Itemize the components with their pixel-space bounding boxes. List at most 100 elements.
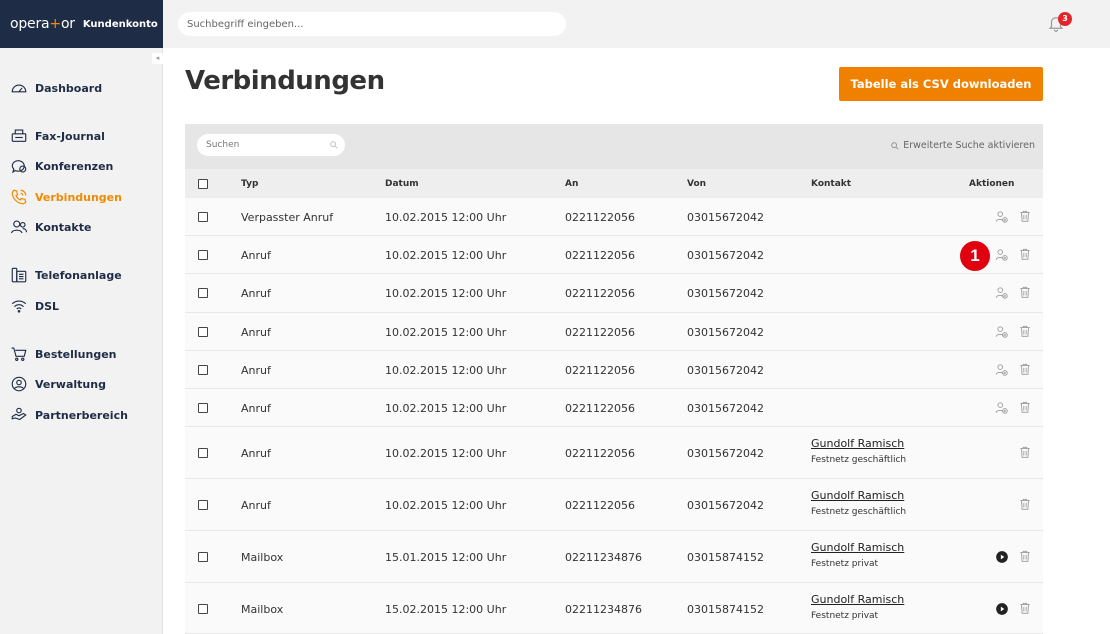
trash-icon [1018,325,1032,341]
delete-button[interactable] [1018,549,1032,563]
delete-button[interactable] [1018,497,1032,511]
add-contact-button[interactable] [995,248,1009,262]
cell-von: 03015672042 [687,447,764,461]
table-row[interactable]: Verpasster Anruf 10.02.2015 12:00 Uhr 0221… [185,198,1043,237]
sidebar-item-konferenzen[interactable]: Konferenzen [10,156,113,176]
cell-typ: Anruf [241,401,271,415]
wifi-icon [11,300,27,313]
contact-link[interactable]: Gundolf Ramisch [811,437,904,450]
table-row[interactable]: Anruf 10.02.2015 12:00 Uhr 0221122056 03015… [185,350,1043,389]
row-checkbox[interactable] [198,364,208,375]
csv-download-button[interactable]: Tabelle als CSV downloaden [839,67,1043,101]
cell-typ: Verpasster Anruf [241,211,334,224]
add-contact-button[interactable] [995,363,1009,377]
page-title: Verbindungen [185,66,385,96]
delete-button[interactable] [1018,324,1032,338]
header-kontakt[interactable]: Kontakt [811,179,851,189]
sidebar-item-dashboard[interactable]: Dashboard [10,78,102,98]
play-button[interactable] [995,550,1009,564]
cell-an: 0221122056 [565,447,635,461]
delete-button[interactable] [1018,445,1032,459]
sidebar: ◂ Dashboard Fax-Journal Konferenzen Verb… [0,48,163,634]
header-typ[interactable]: Typ [241,179,258,189]
delete-button[interactable] [1018,362,1032,376]
trash-icon [1018,550,1032,566]
top-bar: opera+or Kundenkonto 3 [0,0,1110,48]
header-an[interactable]: An [565,179,578,189]
advanced-search-link[interactable]: Erweiterte Suche aktivieren [890,140,1035,151]
global-search-input[interactable] [178,12,566,36]
table-row[interactable]: Anruf 10.02.2015 12:00 Uhr 0221122056 03015… [185,427,1043,479]
row-checkbox[interactable] [198,212,208,222]
cell-von: 03015672042 [687,401,764,415]
cell-typ: Anruf [241,287,271,301]
cell-an: 0221122056 [565,498,635,512]
cell-von: 03015672042 [687,211,764,224]
cell-datum: 15.02.2015 12:00 Uhr [385,602,507,616]
sidebar-item-label: DSL [35,299,60,313]
row-checkbox[interactable] [198,326,208,337]
delete-button[interactable] [1018,209,1032,223]
table-row[interactable]: Anruf 10.02.2015 12:00 Uhr 0221122056 03015… [185,274,1043,313]
cart-icon [11,347,27,361]
row-checkbox[interactable] [198,448,208,459]
row-checkbox[interactable] [198,402,208,413]
row-checkbox[interactable] [198,551,208,562]
contact-link[interactable]: Gundolf Ramisch [811,593,904,606]
row-checkbox[interactable] [198,603,208,614]
add-contact-button[interactable] [995,286,1009,300]
select-all-checkbox[interactable] [198,179,208,189]
sidebar-collapse-button[interactable]: ◂ [152,53,163,64]
sidebar-item-fax-journal[interactable]: Fax-Journal [10,126,105,146]
table-row[interactable]: Mailbox 15.01.2015 12:00 Uhr 02211234876 03… [185,530,1043,583]
notifications-button[interactable]: 3 [1047,12,1072,34]
sidebar-item-telefonanlage[interactable]: Telefonanlage [10,265,122,285]
cell-an: 02211234876 [565,602,642,616]
play-button[interactable] [995,602,1009,616]
delete-button[interactable] [1018,601,1032,615]
conference-icon [11,160,27,174]
delete-button[interactable] [1018,247,1032,261]
add-contact-button[interactable] [995,325,1009,339]
cell-typ: Mailbox [241,550,284,564]
cell-an: 0221122056 [565,401,635,415]
add-contact-button[interactable] [995,210,1009,224]
account-label: Kundenkonto [82,18,158,30]
sidebar-item-dsl[interactable]: DSL [10,296,59,316]
add-contact-button[interactable] [995,401,1009,415]
sidebar-item-label: Konferenzen [35,159,114,173]
sidebar-item-partnerbereich[interactable]: Partnerbereich [10,405,128,425]
contact-link[interactable]: Gundolf Ramisch [811,489,904,502]
contact-link[interactable]: Gundolf Ramisch [811,541,904,554]
cell-an: 0221122056 [565,287,635,301]
row-checkbox[interactable] [198,250,208,261]
advanced-search-label: Erweiterte Suche aktivieren [903,140,1035,151]
header-datum[interactable]: Datum [385,179,419,189]
cell-datum: 10.02.2015 12:00 Uhr [385,498,507,512]
main-content: Verbindungen Tabelle als CSV downloaden … [163,48,1110,634]
row-checkbox[interactable] [198,288,208,299]
cell-datum: 10.02.2015 12:00 Uhr [385,447,507,461]
table-row[interactable]: Anruf 10.02.2015 12:00 Uhr 0221122056 03015… [185,478,1043,531]
table-row[interactable]: Mailbox 15.02.2015 12:00 Uhr 02211234876 03… [185,582,1043,634]
header-von[interactable]: Von [687,179,706,189]
row-checkbox[interactable] [198,499,208,510]
brand-logo[interactable]: opera+or Kundenkonto [0,0,163,48]
delete-button[interactable] [1018,400,1032,414]
add-contact-icon [995,402,1009,418]
sidebar-item-bestellungen[interactable]: Bestellungen [10,344,116,364]
sidebar-item-label: Telefonanlage [35,268,122,282]
table-search-input[interactable] [197,134,345,156]
sidebar-item-verbindungen[interactable]: Verbindungen [10,187,122,207]
sidebar-item-kontakte[interactable]: Kontakte [10,217,91,237]
delete-button[interactable] [1018,285,1032,299]
trash-icon [1018,447,1032,462]
cell-von: 03015672042 [687,325,764,339]
trash-icon [1018,363,1032,379]
table-row[interactable]: Anruf 10.02.2015 12:00 Uhr 0221122056 03015… [185,312,1043,351]
table-row[interactable]: Anruf 10.02.2015 12:00 Uhr 0221122056 03015… [185,388,1043,428]
sidebar-item-label: Partnerbereich [35,408,128,422]
table-filter-bar: Erweiterte Suche aktivieren [185,124,1043,169]
sidebar-item-verwaltung[interactable]: Verwaltung [10,374,106,394]
table-row[interactable]: Anruf 10.02.2015 12:00 Uhr 0221122056 03015… [185,236,1043,275]
